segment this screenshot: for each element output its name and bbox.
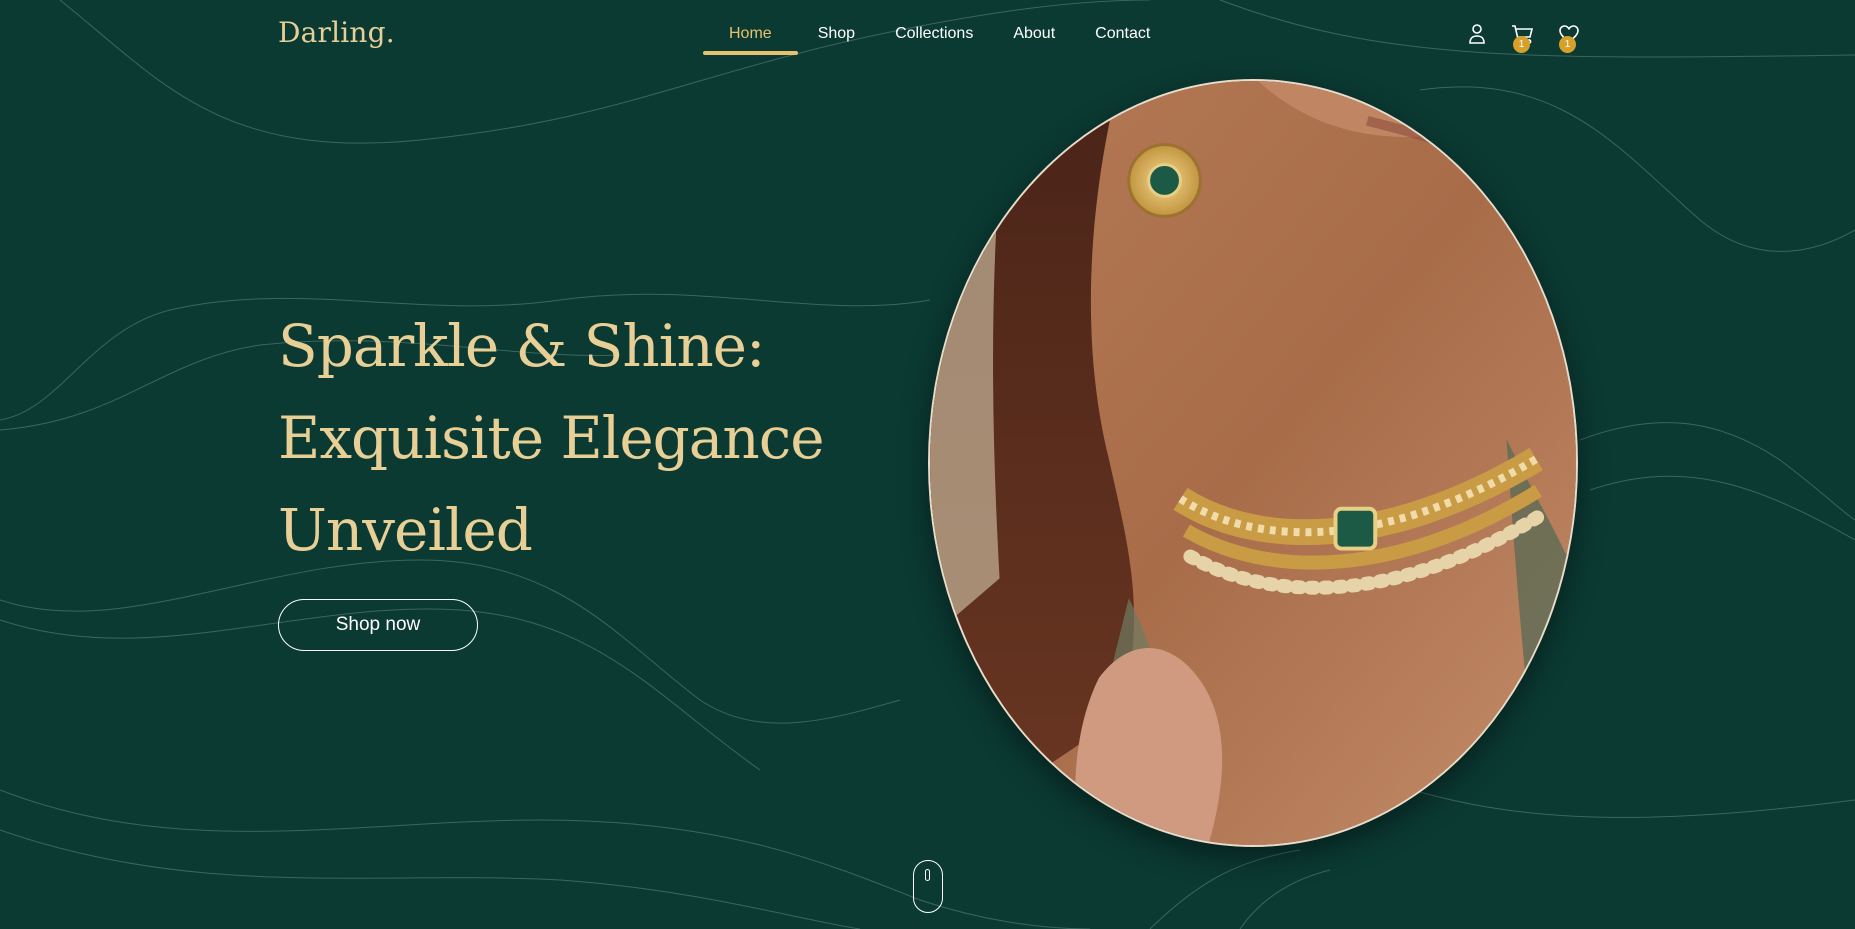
nav-item-home[interactable]: Home (703, 0, 798, 55)
hero-title-line-1: Sparkle & Shine: (278, 312, 766, 380)
main-nav: Home Shop Collections About Contact (703, 0, 1170, 56)
site-header: Darling. Home Shop Collections About Con… (0, 0, 1855, 60)
nav-item-collections[interactable]: Collections (875, 0, 993, 55)
scroll-down-indicator[interactable] (913, 860, 943, 913)
hero-title-line-2: Exquisite Elegance (278, 404, 825, 472)
brand-logo[interactable]: Darling. (278, 16, 395, 49)
cart-count-badge: 1 (1513, 36, 1530, 53)
wishlist-button[interactable]: 1 (1557, 22, 1581, 53)
cart-button[interactable]: 1 (1511, 22, 1535, 53)
nav-item-shop[interactable]: Shop (798, 0, 875, 55)
nav-item-contact[interactable]: Contact (1075, 0, 1170, 55)
hero-title-line-3: Unveiled (278, 496, 533, 564)
user-icon[interactable] (1465, 22, 1489, 46)
header-actions: 1 1 (1465, 22, 1581, 53)
hero-title: Sparkle & Shine: Exquisite Elegance Unve… (278, 300, 838, 576)
hero-image (928, 79, 1578, 847)
wishlist-count-badge: 1 (1559, 36, 1576, 53)
shop-now-button[interactable]: Shop now (278, 599, 478, 651)
nav-item-about[interactable]: About (993, 0, 1075, 55)
mouse-scroll-icon (925, 869, 930, 881)
